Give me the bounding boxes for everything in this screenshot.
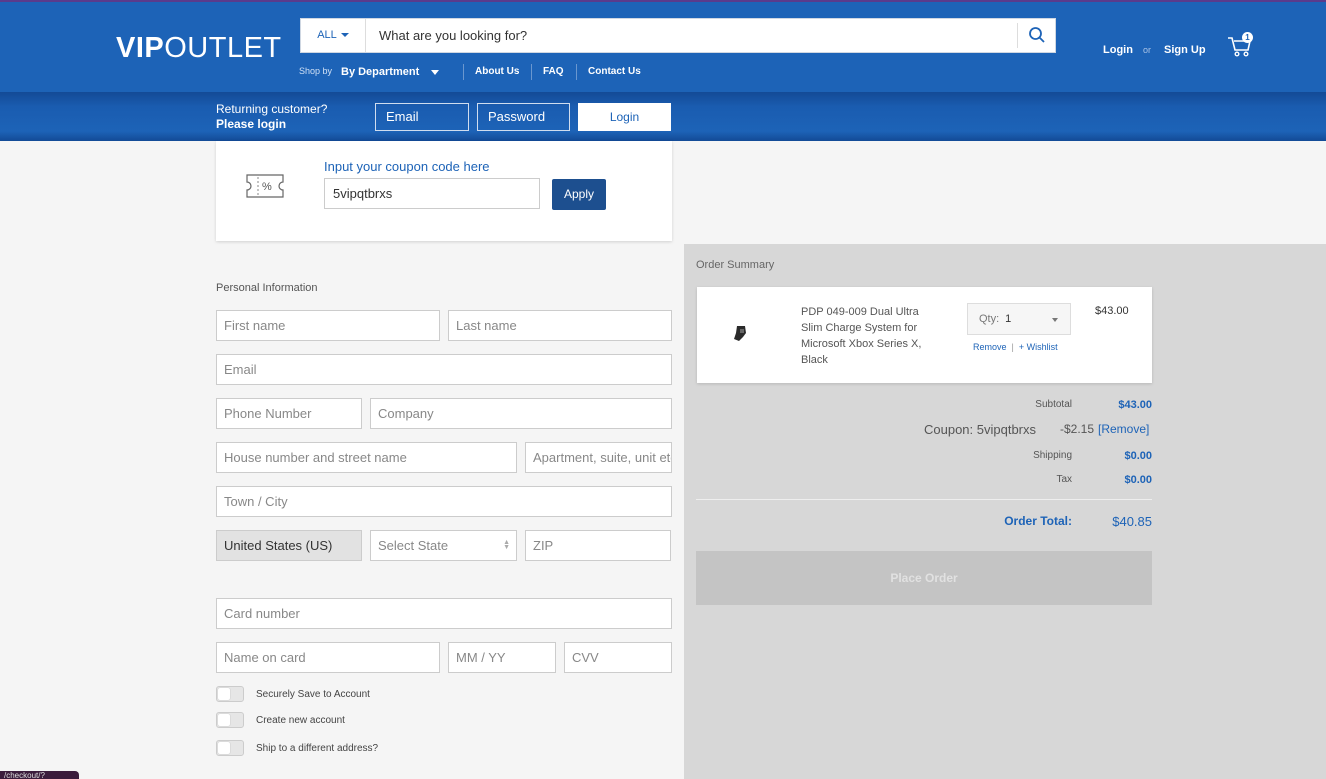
tax-label: Tax [1056, 474, 1072, 485]
site-logo[interactable]: VIPOUTLET [116, 32, 282, 65]
search-bar: ALL [300, 18, 1056, 53]
debug-url-tab: /checkout/? [0, 771, 79, 779]
item-actions: Remove | + Wishlist [973, 342, 1058, 352]
cart-count-badge: 1 [1242, 32, 1253, 43]
name-on-card-field[interactable] [216, 642, 440, 673]
personal-info-heading: Personal Information [216, 282, 318, 294]
nav-divider [576, 64, 577, 80]
shop-by-label: Shop by [299, 66, 333, 76]
ship-different-address-label: Ship to a different address? [256, 743, 379, 754]
header-signup-link[interactable]: Sign Up [1164, 44, 1206, 56]
nav-about-us[interactable]: About Us [475, 66, 519, 77]
order-summary-panel: Order Summary PDP 049-009 Dual Ultra Sli… [684, 244, 1326, 779]
add-to-wishlist-link[interactable]: + Wishlist [1019, 342, 1058, 352]
qty-label: Qty: [979, 313, 1000, 325]
remove-item-link[interactable]: Remove [973, 342, 1007, 352]
subtotal-value: $43.00 [1118, 399, 1152, 411]
chevron-down-icon [1052, 318, 1058, 322]
nav-divider [531, 64, 532, 80]
nav-contact-us[interactable]: Contact Us [588, 66, 641, 77]
coupon-icon: % [246, 174, 284, 198]
state-select[interactable]: Select State ▲ ▼ [370, 530, 517, 561]
remove-coupon-link[interactable]: [Remove] [1098, 422, 1149, 436]
place-order-button[interactable]: Place Order [696, 551, 1152, 605]
or-text: or [1143, 45, 1152, 55]
summary-divider [696, 499, 1152, 500]
create-account-label: Create new account [256, 715, 345, 726]
ship-different-address-toggle[interactable] [216, 740, 244, 756]
product-name[interactable]: PDP 049-009 Dual Ultra Slim Charge Syste… [801, 304, 931, 368]
save-to-account-toggle[interactable] [216, 686, 244, 702]
coupon-applied-label: Coupon: 5vipqtbrxs [924, 422, 1037, 437]
order-total-value: $40.85 [1112, 514, 1152, 529]
coupon-discount-value: -$2.15 [1060, 422, 1095, 436]
create-account-toggle[interactable] [216, 712, 244, 728]
apply-coupon-button[interactable]: Apply [552, 179, 606, 210]
zip-field[interactable] [525, 530, 671, 561]
apartment-field[interactable] [525, 442, 672, 473]
login-email-field[interactable]: Email [375, 103, 469, 131]
shipping-value: $0.00 [1124, 450, 1152, 462]
header-login-link[interactable]: Login [1103, 44, 1133, 56]
tax-value: $0.00 [1124, 474, 1152, 486]
coupon-card: % Input your coupon code here Apply [216, 141, 672, 241]
email-field[interactable] [216, 354, 672, 385]
company-field[interactable] [370, 398, 672, 429]
search-input[interactable] [379, 23, 1009, 48]
cvv-field[interactable] [564, 642, 672, 673]
chevron-down-icon [340, 33, 349, 38]
site-header: VIPOUTLET ALL Shop by By Department Abou… [0, 0, 1326, 92]
product-thumbnail[interactable] [731, 323, 751, 343]
expiry-field[interactable] [448, 642, 556, 673]
returning-customer-text: Returning customer? [216, 102, 328, 116]
quantity-select[interactable]: Qty: 1 [967, 303, 1071, 335]
please-login-text: Please login [216, 117, 287, 131]
nav-divider [463, 64, 464, 80]
coupon-label: Input your coupon code here [324, 159, 490, 174]
search-icon [1029, 27, 1045, 43]
first-name-field[interactable] [216, 310, 440, 341]
subtotal-label: Subtotal [1035, 399, 1072, 410]
svg-text:%: % [262, 181, 272, 193]
search-category-dropdown[interactable]: ALL [301, 19, 366, 52]
qty-value: 1 [1005, 313, 1012, 325]
select-arrows-icon: ▲ ▼ [503, 539, 510, 551]
chevron-down-icon [431, 69, 440, 75]
phone-field[interactable] [216, 398, 362, 429]
login-button[interactable]: Login [578, 103, 671, 131]
department-menu[interactable]: By Department [341, 66, 440, 78]
login-password-field[interactable]: Password [477, 103, 570, 131]
card-number-field[interactable] [216, 598, 672, 629]
cart-item: PDP 049-009 Dual Ultra Slim Charge Syste… [697, 287, 1152, 383]
last-name-field[interactable] [448, 310, 672, 341]
coupon-code-input[interactable] [324, 178, 540, 209]
city-field[interactable] [216, 486, 672, 517]
order-summary-heading: Order Summary [696, 259, 775, 271]
state-select-label: Select State [378, 538, 449, 553]
shipping-label: Shipping [1033, 450, 1072, 461]
country-select[interactable]: United States (US) [216, 530, 362, 561]
link-separator: | [1011, 342, 1014, 352]
search-button[interactable] [1017, 23, 1055, 48]
returning-customer-bar: Returning customer? Please login Email P… [0, 92, 1326, 141]
save-to-account-label: Securely Save to Account [256, 689, 370, 700]
order-total-label: Order Total: [1004, 514, 1072, 528]
street-address-field[interactable] [216, 442, 517, 473]
item-price: $43.00 [1095, 305, 1129, 317]
nav-faq[interactable]: FAQ [543, 66, 564, 77]
